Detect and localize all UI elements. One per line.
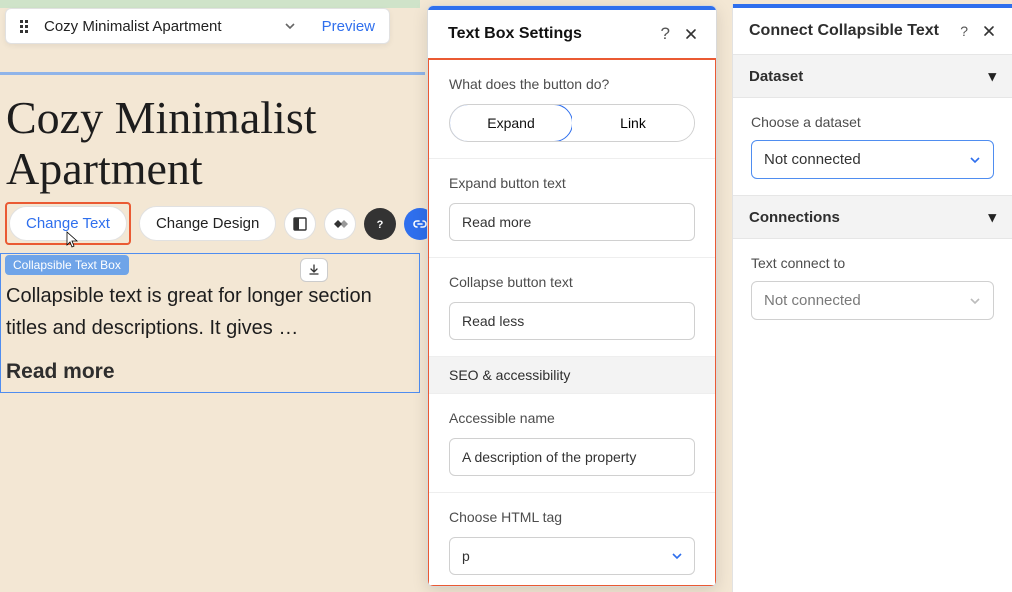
download-icon[interactable] (300, 258, 328, 282)
chevron-down-icon[interactable] (284, 20, 296, 32)
collapse-text-label: Collapse button text (449, 274, 695, 290)
animation-icon[interactable] (324, 208, 356, 240)
editor-viewport-edge (0, 0, 420, 8)
close-icon[interactable] (982, 24, 996, 38)
settings-panel-header: Text Box Settings ? (428, 10, 716, 59)
collapse-text-input[interactable] (449, 302, 695, 340)
connections-accordion-title: Connections (749, 209, 840, 226)
button-action-section: What does the button do? Expand Link (429, 60, 715, 159)
html-tag-section: Choose HTML tag (429, 493, 715, 587)
html-tag-label: Choose HTML tag (449, 509, 695, 525)
text-connect-value: Not connected (764, 292, 861, 309)
text-connect-label: Text connect to (751, 255, 994, 271)
connect-panel-header: Connect Collapsible Text ? (733, 8, 1012, 54)
tutorial-highlight-body: What does the button do? Expand Link Exp… (427, 58, 717, 587)
selection-tag: Collapsible Text Box (5, 255, 129, 275)
help-icon[interactable]: ? (661, 24, 670, 44)
choose-dataset-label: Choose a dataset (751, 114, 994, 130)
seo-section-title: SEO & accessibility (449, 367, 570, 383)
chevron-down-icon (671, 550, 683, 562)
expand-text-input[interactable] (449, 203, 695, 241)
choose-dataset-select[interactable]: Not connected (751, 140, 994, 179)
preview-button[interactable]: Preview (322, 18, 375, 35)
dataset-accordion-header[interactable]: Dataset ▾ (733, 54, 1012, 98)
change-text-button[interactable]: Change Text (9, 206, 127, 241)
help-icon[interactable]: ? (364, 208, 396, 240)
collapse-text-section: Collapse button text (429, 258, 715, 357)
svg-text:?: ? (377, 219, 384, 231)
expand-text-label: Expand button text (449, 175, 695, 191)
button-action-label: What does the button do? (449, 76, 695, 92)
read-more-button[interactable]: Read more (6, 360, 115, 384)
dataset-accordion-title: Dataset (749, 68, 803, 85)
element-toolbar: Change Text Change Design ? (5, 202, 436, 245)
chevron-down-icon: ▾ (988, 67, 996, 85)
accessible-name-section: Accessible name (429, 394, 715, 493)
drag-handle-icon[interactable] (20, 20, 30, 33)
tutorial-highlight: Change Text (5, 202, 131, 245)
page-selector-bar[interactable]: Cozy Minimalist Apartment Preview (5, 8, 390, 44)
html-tag-select[interactable] (449, 537, 695, 575)
text-connect-select[interactable]: Not connected (751, 281, 994, 320)
button-action-segmented: Expand Link (449, 104, 695, 142)
page-title[interactable]: Cozy Minimalist Apartment (0, 75, 425, 194)
connections-accordion-header[interactable]: Connections ▾ (733, 195, 1012, 239)
help-icon[interactable]: ? (960, 23, 968, 39)
settings-panel-title: Text Box Settings (448, 25, 647, 43)
change-design-button[interactable]: Change Design (139, 206, 276, 241)
html-tag-value[interactable] (449, 537, 695, 575)
accessible-name-label: Accessible name (449, 410, 695, 426)
text-box-settings-panel: Text Box Settings ? What does the button… (427, 5, 717, 587)
chevron-down-icon (969, 295, 981, 307)
chevron-down-icon (969, 154, 981, 166)
connections-body: Text connect to Not connected (733, 239, 1012, 336)
dataset-body: Choose a dataset Not connected (733, 98, 1012, 195)
expand-text-section: Expand button text (429, 159, 715, 258)
connect-panel: Connect Collapsible Text ? Dataset ▾ Cho… (732, 4, 1012, 592)
layout-icon[interactable] (284, 208, 316, 240)
chevron-down-icon: ▾ (988, 208, 996, 226)
segment-expand[interactable]: Expand (449, 104, 573, 142)
segment-link[interactable]: Link (572, 105, 694, 141)
seo-section-header: SEO & accessibility (429, 357, 715, 394)
page-name-label[interactable]: Cozy Minimalist Apartment (44, 18, 278, 35)
choose-dataset-value: Not connected (764, 151, 861, 168)
accessible-name-input[interactable] (449, 438, 695, 476)
close-icon[interactable] (684, 27, 698, 41)
collapsible-text-body[interactable]: Collapsible text is great for longer sec… (6, 280, 416, 344)
connect-panel-title: Connect Collapsible Text (749, 22, 950, 40)
